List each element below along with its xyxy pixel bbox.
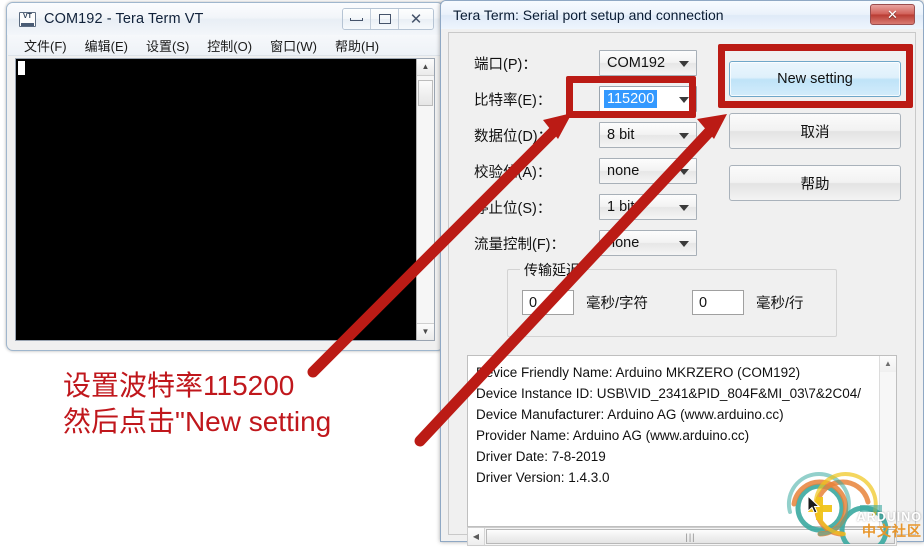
label-baud-rate: 比特率(E)： [474,92,552,109]
device-info-hscroll-thumb[interactable]: ||| [486,529,895,544]
vt-titlebar[interactable]: COM192 - Tera Term VT ✕ [7,3,443,35]
device-info-horizontal-scrollbar[interactable]: ◀ ||| [467,527,897,546]
chevron-down-icon [679,169,689,175]
data-bits-value: 8 bit [607,127,635,143]
parity-combobox[interactable]: none [599,158,697,184]
close-button[interactable]: ✕ [399,9,433,29]
form-row-flow-control: 流量控制(F)： none [474,225,697,261]
delay-per-char-unit: 毫秒/字符 [586,296,649,312]
terminal-scroll-thumb[interactable] [418,80,433,106]
menu-window[interactable]: 窗口(W) [268,35,319,56]
terminal-scroll-track[interactable] [417,76,434,323]
flow-control-combobox[interactable]: none [599,230,697,256]
chevron-down-icon [679,97,689,103]
form-row-baud-rate: 比特率(E)： 115200 [474,81,697,117]
form-row-data-bits: 数据位(D)： 8 bit [474,117,697,153]
cancel-button[interactable]: 取消 [729,113,901,149]
terminal-client-area: ▲ ▼ [15,58,435,341]
device-info-line: Driver Version: 1.4.3.0 [476,470,610,485]
transmit-delay-legend: 传输延迟 [520,260,584,280]
menu-setup[interactable]: 设置(S) [144,35,191,56]
dialog-body: 端口(P)： COM192 比特率(E)： 115200 数据位(D)： 8 b… [448,32,916,546]
parity-value: none [607,163,640,179]
baud-rate-value[interactable]: 115200 [604,90,658,108]
scroll-left-icon[interactable]: ◀ [468,528,485,545]
maximize-icon [378,14,391,24]
scroll-up-icon[interactable]: ▲ [417,59,434,76]
device-info-line: Driver Date: 7-8-2019 [476,449,606,464]
dialog-button-column: New setting 取消 帮助 [729,45,901,217]
device-info-line: Device Manufacturer: Arduino AG (www.ard… [476,407,784,422]
menu-edit[interactable]: 编辑(E) [83,35,130,56]
mouse-cursor-icon [808,496,821,514]
minimize-icon [350,17,363,21]
vt-menubar: 文件(F) 编辑(E) 设置(S) 控制(O) 窗口(W) 帮助(H) [8,35,442,56]
new-setting-button[interactable]: New setting [729,61,901,97]
data-bits-combobox[interactable]: 8 bit [599,122,697,148]
port-combobox[interactable]: COM192 [599,50,697,76]
stop-bits-value: 1 bit [607,199,635,215]
vt-window-title: COM192 - Tera Term VT [44,11,204,27]
menu-file[interactable]: 文件(F) [22,35,69,56]
device-info-vertical-scrollbar[interactable]: ▲ [879,356,896,526]
annotation-text: 设置波特率115200 然后点击"New setting [63,368,331,440]
label-flow-control: 流量控制(F)： [474,236,566,253]
baud-rate-combobox[interactable]: 115200 [599,86,697,112]
delay-per-line-input[interactable]: 0 [692,290,745,315]
device-info-line: Device Friendly Name: Arduino MKRZERO (C… [476,365,801,380]
form-row-port: 端口(P)： COM192 [474,45,697,81]
device-info-listbox[interactable]: Device Friendly Name: Arduino MKRZERO (C… [467,355,897,527]
terminal-vertical-scrollbar[interactable]: ▲ ▼ [416,59,434,340]
chevron-down-icon [679,241,689,247]
screen-root: COM192 - Tera Term VT ✕ 文件(F) 编辑(E) 设置(S… [0,0,924,547]
dialog-titlebar[interactable]: Tera Term: Serial port setup and connect… [441,1,923,29]
device-info-line: Provider Name: Arduino AG (www.arduino.c… [476,428,750,443]
flow-control-value: none [607,235,640,251]
maximize-button[interactable] [371,9,399,29]
chevron-down-icon [679,61,689,67]
annotation-line-1: 设置波特率115200 [63,370,295,401]
menu-help[interactable]: 帮助(H) [333,35,381,56]
transmit-delay-group: 传输延迟 0 毫秒/字符 0 毫秒/行 [507,260,837,337]
annotation-line-2: 然后点击"New setting [63,406,332,437]
vt-terminal-icon [19,11,36,27]
menu-control[interactable]: 控制(O) [205,35,254,56]
form-row-stop-bits: 停止位(S)： 1 bit [474,189,697,225]
label-port: 端口(P)： [474,56,537,73]
delay-per-line-unit: 毫秒/行 [756,296,804,312]
chevron-down-icon [679,205,689,211]
delay-per-char-input[interactable]: 0 [522,290,574,315]
device-info-line: Device Instance ID: USB\VID_2341&PID_804… [476,386,861,401]
dialog-close-button[interactable]: ✕ [870,4,915,25]
minimize-button[interactable] [343,9,371,29]
vt-caption-buttons: ✕ [342,8,434,30]
chevron-down-icon [679,133,689,139]
serial-settings-form: 端口(P)： COM192 比特率(E)： 115200 数据位(D)： 8 b… [474,45,697,261]
scroll-up-icon[interactable]: ▲ [880,356,896,372]
help-button[interactable]: 帮助 [729,165,901,201]
scroll-down-icon[interactable]: ▼ [417,323,434,340]
close-icon: ✕ [887,6,898,22]
stop-bits-combobox[interactable]: 1 bit [599,194,697,220]
tera-term-vt-window: COM192 - Tera Term VT ✕ 文件(F) 编辑(E) 设置(S… [6,2,444,351]
serial-port-setup-dialog: Tera Term: Serial port setup and connect… [440,0,924,546]
terminal-screen[interactable] [16,59,416,340]
transmit-delay-fields: 0 毫秒/字符 0 毫秒/行 [522,290,828,315]
dialog-title: Tera Term: Serial port setup and connect… [453,7,724,23]
label-stop-bits: 停止位(S)： [474,200,552,217]
form-row-parity: 校验位(A)： none [474,153,697,189]
terminal-cursor [18,61,25,75]
port-value: COM192 [607,55,666,71]
close-icon: ✕ [409,9,423,28]
label-data-bits: 数据位(D)： [474,128,553,145]
label-parity: 校验位(A)： [474,164,552,181]
device-info-scroll-track[interactable] [880,372,896,526]
